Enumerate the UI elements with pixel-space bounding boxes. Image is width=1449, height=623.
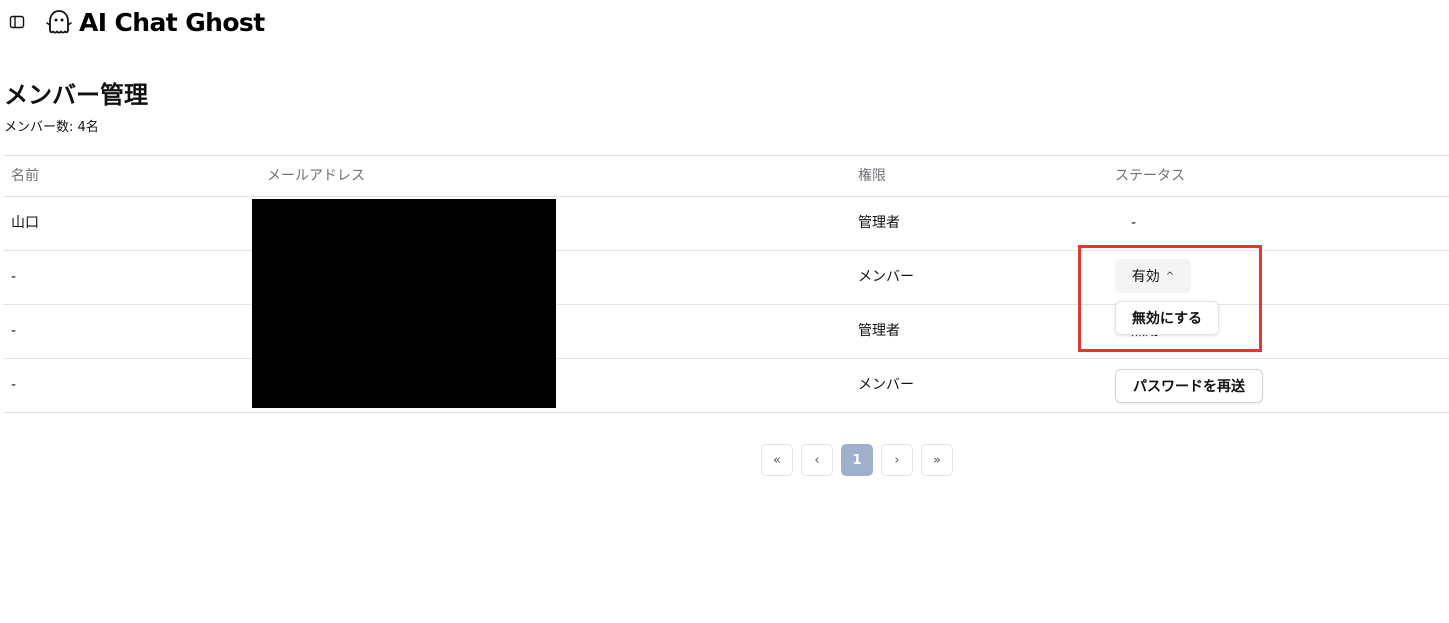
- page-title: メンバー管理: [4, 81, 148, 109]
- page-1-button[interactable]: 1: [841, 444, 873, 476]
- last-page-button[interactable]: »: [921, 444, 953, 476]
- member-name: 山口: [11, 215, 39, 231]
- table-header: 名前 メールアドレス 権限 ステータス: [3, 156, 1449, 197]
- sidebar-toggle-icon[interactable]: [9, 14, 25, 30]
- ghost-icon: [46, 10, 72, 34]
- table-row: 山口 管理者: [3, 197, 1449, 251]
- status-value: -: [1131, 215, 1137, 231]
- highlight-annotation: [1078, 245, 1262, 352]
- member-role: メンバー: [858, 377, 914, 393]
- member-name: -: [11, 269, 17, 285]
- prev-page-button[interactable]: ‹: [801, 444, 833, 476]
- brand-name: AI Chat Ghost: [79, 8, 265, 37]
- column-header-role: 権限: [858, 168, 886, 184]
- redacted-email-column: [252, 199, 556, 408]
- column-header-name: 名前: [11, 168, 39, 184]
- first-page-button[interactable]: «: [761, 444, 793, 476]
- member-role: メンバー: [858, 269, 914, 285]
- column-header-email: メールアドレス: [267, 168, 365, 184]
- top-bar: AI Chat Ghost: [0, 0, 1449, 46]
- member-name: -: [11, 323, 17, 339]
- member-role: 管理者: [858, 215, 900, 231]
- member-count: メンバー数: 4名: [4, 120, 99, 135]
- member-name: -: [11, 377, 17, 393]
- column-header-status: ステータス: [1115, 168, 1185, 184]
- next-page-button[interactable]: ›: [881, 444, 913, 476]
- member-role: 管理者: [858, 323, 900, 339]
- resend-password-button[interactable]: パスワードを再送: [1115, 369, 1263, 403]
